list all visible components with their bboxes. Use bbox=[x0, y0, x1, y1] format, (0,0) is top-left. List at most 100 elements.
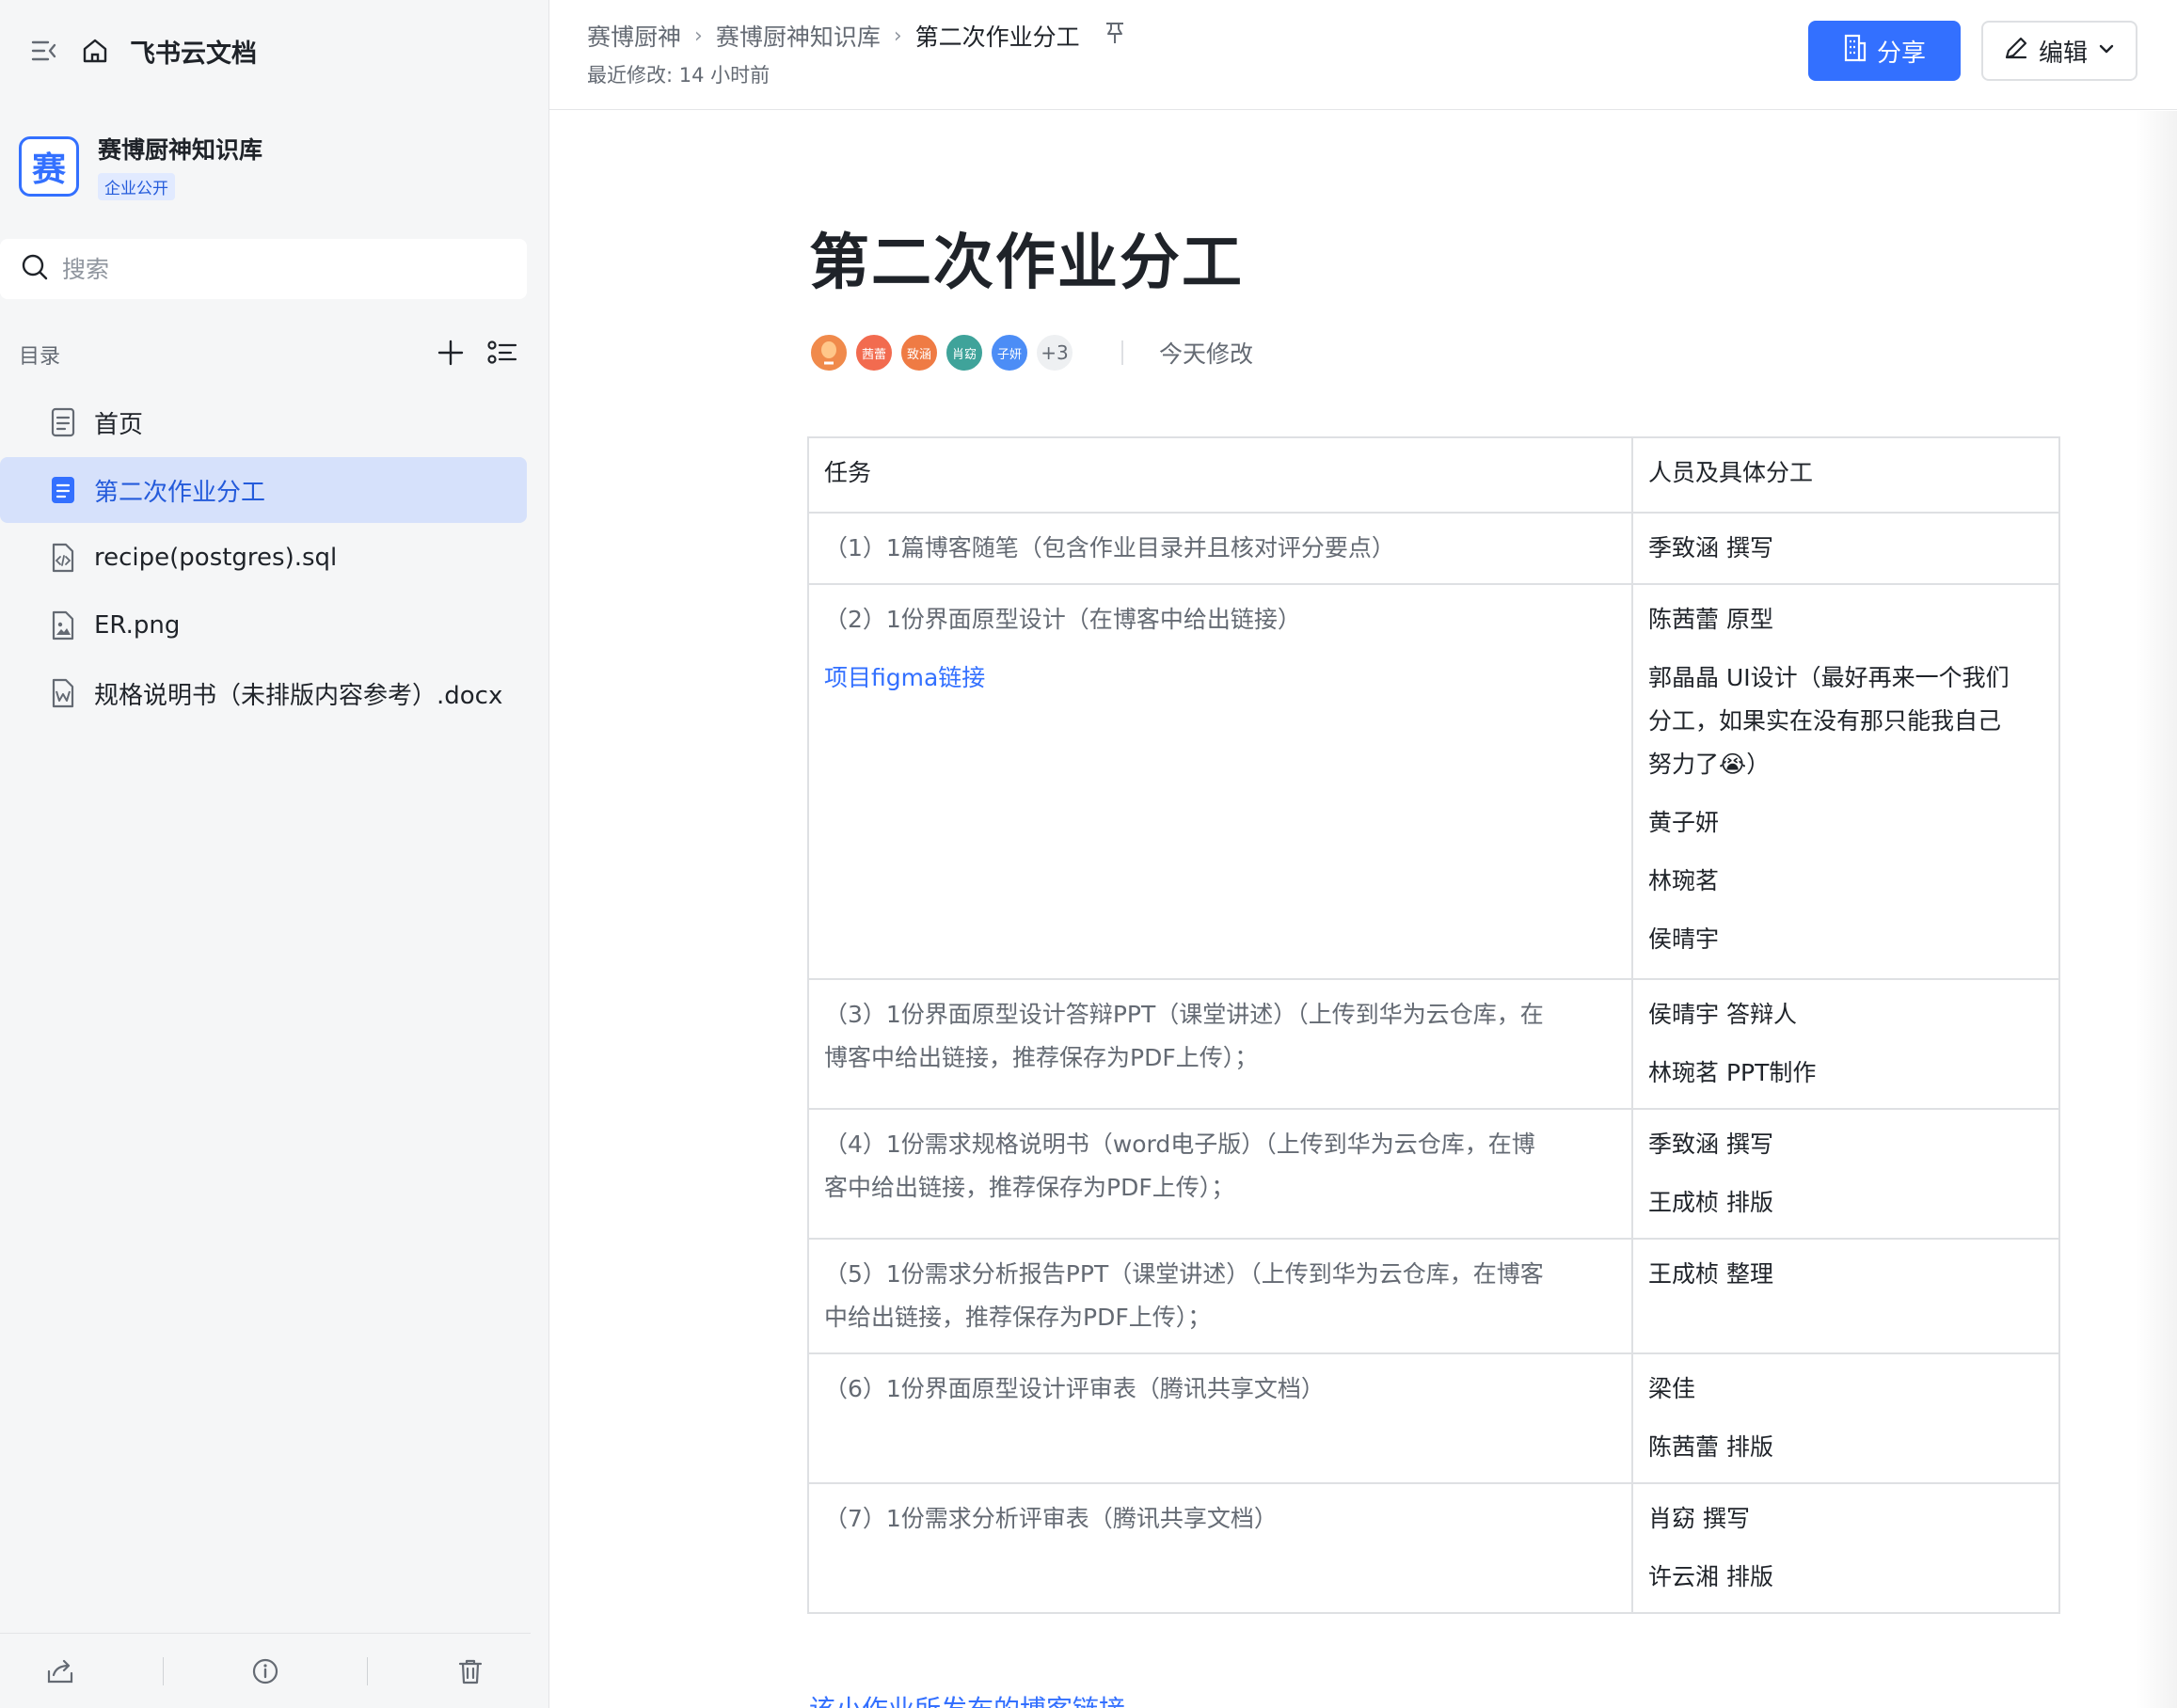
person-line: 侯晴宇 答辩人 bbox=[1648, 1001, 1797, 1028]
toc-title: 目录 bbox=[19, 345, 61, 369]
task-text: （1）1篇博客随笔（包含作业目录并且核对评分要点） bbox=[824, 534, 1395, 561]
breadcrumb-item[interactable]: 赛博厨神 bbox=[587, 19, 681, 53]
person-line: 黄子妍 bbox=[1648, 809, 1720, 836]
task-text: （6）1份界面原型设计评审表（腾讯共享文档） bbox=[824, 1375, 1325, 1402]
table-row: （6）1份界面原型设计评审表（腾讯共享文档） 梁佳 陈茜蕾 排版 bbox=[807, 1352, 2060, 1484]
people-cell[interactable]: 肖窈 撰写 许云湘 排版 bbox=[1631, 1482, 2060, 1614]
space-visibility-badge: 企业公开 bbox=[98, 173, 175, 200]
task-cell[interactable]: （3）1份界面原型设计答辩PPT（课堂讲述）（上传到华为云仓库，在 博客中给出链… bbox=[807, 978, 1633, 1110]
person-line: 肖窈 撰写 bbox=[1648, 1505, 1750, 1532]
search-box[interactable] bbox=[0, 239, 527, 299]
people-cell[interactable]: 梁佳 陈茜蕾 排版 bbox=[1631, 1352, 2060, 1484]
task-cell[interactable]: （2）1份界面原型设计（在博客中给出链接） 项目figma链接 bbox=[807, 583, 1633, 980]
image-file-icon bbox=[49, 609, 77, 641]
person-line: 分工，如果实在没有那只能我自己 bbox=[1648, 707, 2002, 735]
table-row: （7）1份需求分析评审表（腾讯共享文档） 肖窈 撰写 许云湘 排版 bbox=[807, 1482, 2060, 1614]
toc-item-sql-file[interactable]: recipe(postgres).sql bbox=[0, 525, 527, 591]
toc-item-label: ER.png bbox=[94, 611, 181, 640]
people-cell[interactable]: 季致涵 撰写 bbox=[1631, 512, 2060, 585]
chevron-right-icon: › bbox=[694, 24, 703, 48]
people-cell[interactable]: 季致涵 撰写 王成桢 排版 bbox=[1631, 1108, 2060, 1240]
doc-icon bbox=[49, 406, 77, 438]
add-icon[interactable] bbox=[437, 339, 465, 371]
breadcrumb: 赛博厨神 › 赛博厨神知识库 › 第二次作业分工 bbox=[587, 19, 1125, 53]
table-row: （5）1份需求分析报告PPT（课堂讲述）（上传到华为云仓库，在博客 中给出链接，… bbox=[807, 1238, 2060, 1354]
toc-item-label: 第二次作业分工 bbox=[94, 478, 266, 507]
toc-item-label: recipe(postgres).sql bbox=[94, 544, 338, 572]
people-cell[interactable]: 王成桢 整理 bbox=[1631, 1238, 2060, 1354]
task-text: （5）1份需求分析报告PPT（课堂讲述）（上传到华为云仓库，在博客 bbox=[824, 1260, 1544, 1288]
chevron-right-icon: › bbox=[893, 24, 902, 48]
person-line: 陈茜蕾 排版 bbox=[1648, 1433, 1773, 1461]
avatar: 子妍 bbox=[990, 333, 1029, 372]
task-table: 任务 人员及具体分工 （1）1篇博客随笔（包含作业目录并且核对评分要点） 季致涵… bbox=[807, 436, 2060, 1614]
sidebar: 飞书云文档 赛 赛博厨神知识库 企业公开 目录 bbox=[0, 0, 549, 1708]
person-line: 陈茜蕾 原型 bbox=[1648, 606, 1773, 633]
divider bbox=[162, 1656, 164, 1685]
person-line: 王成桢 整理 bbox=[1648, 1260, 1773, 1288]
task-text: （7）1份需求分析评审表（腾讯共享文档） bbox=[824, 1505, 1278, 1532]
table-header-cell[interactable]: 人员及具体分工 bbox=[1631, 436, 2060, 514]
people-cell[interactable]: 侯晴宇 答辩人 林琬茗 PPT制作 bbox=[1631, 978, 2060, 1110]
table-row: （1）1篇博客随笔（包含作业目录并且核对评分要点） 季致涵 撰写 bbox=[807, 512, 2060, 585]
edit-button[interactable]: 编辑 bbox=[1981, 21, 2137, 81]
space-logo: 赛 bbox=[19, 135, 79, 197]
person-line: 努力了😭） bbox=[1648, 751, 1771, 778]
word-file-icon bbox=[49, 677, 77, 709]
search-icon bbox=[21, 253, 49, 285]
person-line: 季致涵 撰写 bbox=[1648, 534, 1773, 561]
avatar: 茜蕾 bbox=[854, 333, 894, 372]
people-cell[interactable]: 陈茜蕾 原型 郭晶晶 UI设计（最好再来一个我们 分工，如果实在没有那只能我自己… bbox=[1631, 583, 2060, 980]
space-name: 赛博厨神知识库 bbox=[98, 136, 263, 164]
breadcrumb-item[interactable]: 赛博厨神知识库 bbox=[716, 19, 881, 53]
table-row: （2）1份界面原型设计（在博客中给出链接） 项目figma链接 陈茜蕾 原型 郭… bbox=[807, 583, 2060, 980]
toc-item-home[interactable]: 首页 bbox=[0, 389, 527, 455]
table-header-cell[interactable]: 任务 bbox=[807, 436, 1633, 514]
home-icon[interactable] bbox=[79, 35, 111, 67]
space-header[interactable]: 赛 赛博厨神知识库 企业公开 bbox=[19, 132, 262, 200]
table-header-row: 任务 人员及具体分工 bbox=[807, 436, 2060, 514]
person-line: 林琬茗 PPT制作 bbox=[1648, 1059, 1817, 1086]
toc-item-image-file[interactable]: ER.png bbox=[0, 593, 527, 658]
person-line: 王成桢 排版 bbox=[1648, 1189, 1773, 1216]
app-window: 飞书云文档 赛 赛博厨神知识库 企业公开 目录 bbox=[0, 0, 2177, 1708]
person-line: 梁佳 bbox=[1648, 1375, 1696, 1402]
toc-item-current-doc[interactable]: 第二次作业分工 bbox=[0, 457, 527, 523]
edge-shadow bbox=[2136, 111, 2177, 1708]
task-text: 中给出链接，推荐保存为PDF上传）； bbox=[824, 1304, 1212, 1331]
toc-item-word-file[interactable]: 规格说明书（未排版内容参考）.docx bbox=[0, 660, 527, 726]
trash-icon[interactable] bbox=[452, 1653, 489, 1690]
person-line: 许云湘 排版 bbox=[1648, 1563, 1773, 1590]
pencil-icon bbox=[2003, 35, 2029, 68]
collaborator-avatars[interactable]: 茜蕾 致涵 肖窈 子妍 +3 bbox=[809, 333, 1080, 372]
breadcrumb-current[interactable]: 第二次作业分工 bbox=[915, 19, 1080, 53]
code-file-icon bbox=[49, 542, 77, 574]
task-text: 博客中给出链接，推荐保存为PDF上传）； bbox=[824, 1044, 1259, 1071]
doc-icon bbox=[49, 474, 77, 506]
list-settings-icon[interactable] bbox=[487, 339, 517, 371]
toc-header: 目录 bbox=[19, 339, 517, 371]
task-cell[interactable]: （4）1份需求规格说明书（word电子版）（上传到华为云仓库，在博 客中给出链接… bbox=[807, 1108, 1633, 1240]
search-input[interactable] bbox=[62, 255, 495, 283]
person-line: 林琬茗 bbox=[1648, 867, 1720, 894]
task-cell[interactable]: （1）1篇博客随笔（包含作业目录并且核对评分要点） bbox=[807, 512, 1633, 585]
collapse-sidebar-icon[interactable] bbox=[28, 35, 60, 67]
task-cell[interactable]: （7）1份需求分析评审表（腾讯共享文档） bbox=[807, 1482, 1633, 1614]
avatar: 肖窈 bbox=[945, 333, 984, 372]
pin-icon[interactable] bbox=[1104, 21, 1125, 51]
doc-meta: 茜蕾 致涵 肖窈 子妍 +3 今天修改 bbox=[809, 333, 1253, 372]
figma-link[interactable]: 项目figma链接 bbox=[824, 656, 1616, 700]
table-row: （3）1份界面原型设计答辩PPT（课堂讲述）（上传到华为云仓库，在 博客中给出链… bbox=[807, 978, 2060, 1110]
task-cell[interactable]: （6）1份界面原型设计评审表（腾讯共享文档） bbox=[807, 1352, 1633, 1484]
share-button[interactable]: 分享 bbox=[1808, 21, 1961, 81]
toc-list: 首页 第二次作业分工 recipe(postgres).sql ER.png 规… bbox=[0, 389, 527, 728]
app-name[interactable]: 飞书云文档 bbox=[130, 33, 257, 70]
share-out-icon[interactable] bbox=[41, 1653, 79, 1690]
blog-link[interactable]: 该小作业所发布的博客链接 bbox=[809, 1689, 1125, 1708]
avatar bbox=[809, 333, 849, 372]
share-button-label: 分享 bbox=[1876, 39, 1926, 68]
doc-title[interactable]: 第二次作业分工 bbox=[809, 214, 1244, 301]
info-icon[interactable] bbox=[246, 1653, 284, 1690]
task-cell[interactable]: （5）1份需求分析报告PPT（课堂讲述）（上传到华为云仓库，在博客 中给出链接，… bbox=[807, 1238, 1633, 1354]
modified-today: 今天修改 bbox=[1159, 340, 1254, 368]
